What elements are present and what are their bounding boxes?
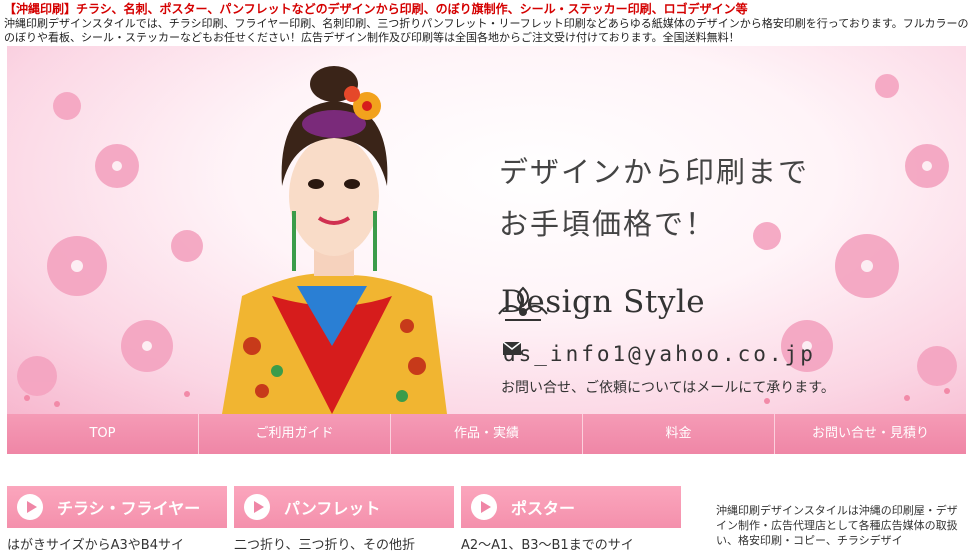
brand-logo-block: Design Style xyxy=(495,284,705,321)
play-circle-icon xyxy=(471,494,497,520)
category-desc: A2〜A1、B3〜B1までのサイ xyxy=(461,538,634,553)
category-header[interactable]: チラシ・フライヤー xyxy=(7,486,227,528)
hero-illustration xyxy=(17,66,957,414)
category-title: ポスター xyxy=(511,499,576,518)
category-desc: 二つ折り、三つ折り、その他折 xyxy=(234,538,415,553)
category-header[interactable]: パンフレット xyxy=(234,486,454,528)
nav-item-pricing[interactable]: 料金 xyxy=(583,414,775,454)
email-row[interactable]: ds_info1@yahoo.co.jp xyxy=(503,342,816,366)
contact-note: お問い合せ、ご依頼についてはメールにて承ります。 xyxy=(501,380,835,396)
play-circle-icon xyxy=(244,494,270,520)
intro-text: 沖縄印刷デザインスタイルでは、チラシ印刷、フライヤー印刷、名刺印刷、三つ折りパン… xyxy=(4,17,969,44)
page-title: 【沖縄印刷】チラシ、名刺、ポスター、パンフレットなどのデザインから印刷、のぼり旗… xyxy=(4,2,748,16)
hero-headline: デザインから印刷まで お手頃価格で！ xyxy=(499,146,809,250)
nav-item-guide[interactable]: ご利用ガイド xyxy=(199,414,391,454)
hero-headline-line1: デザインから印刷まで xyxy=(499,155,810,189)
nav-item-works[interactable]: 作品・実績 xyxy=(391,414,583,454)
nav-item-contact[interactable]: お問い合せ・見積り xyxy=(775,414,966,454)
category-title: チラシ・フライヤー xyxy=(57,499,201,518)
category-header[interactable]: ポスター xyxy=(461,486,681,528)
category-pamphlet[interactable]: パンフレット 二つ折り、三つ折り、その他折 xyxy=(234,486,454,553)
play-circle-icon xyxy=(17,494,43,520)
sidebar-about-text: 沖縄印刷デザインスタイルは沖縄の印刷屋・デザイン制作・広告代理店として各種広告媒… xyxy=(716,504,958,547)
nav-item-top[interactable]: TOP xyxy=(7,414,199,454)
category-flyer[interactable]: チラシ・フライヤー はがきサイズからA3やB4サイ xyxy=(7,486,227,553)
category-title: パンフレット xyxy=(284,499,381,518)
email-link[interactable]: ds_info1@yahoo.co.jp xyxy=(503,342,816,366)
ornament-logo-icon xyxy=(498,286,548,321)
category-poster[interactable]: ポスター A2〜A1、B3〜B1までのサイ xyxy=(461,486,681,553)
hero-banner: デザインから印刷まで お手頃価格で！ Design Style ds_info1… xyxy=(7,46,966,414)
category-desc: はがきサイズからA3やB4サイ xyxy=(7,538,184,553)
mail-icon xyxy=(503,342,521,355)
hero-headline-line2: お手頃価格で！ xyxy=(499,207,717,241)
main-nav: TOP ご利用ガイド 作品・実績 料金 お問い合せ・見積り xyxy=(7,414,966,454)
